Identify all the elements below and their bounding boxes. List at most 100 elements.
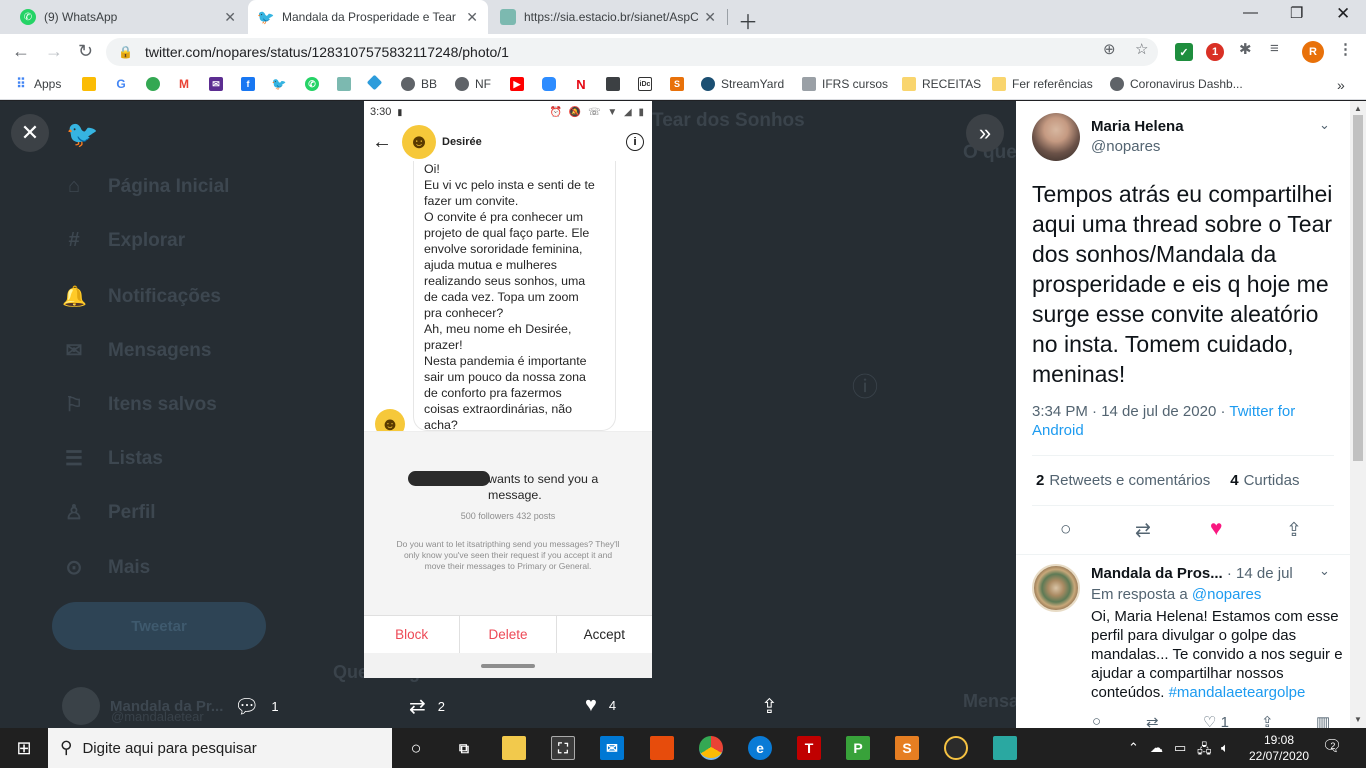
chevron-down-icon[interactable]: ⌄ (1319, 117, 1330, 133)
minimize-icon[interactable]: — (1243, 4, 1258, 21)
gmail-icon[interactable]: M (177, 77, 197, 91)
bookmark-bb[interactable]: BB (401, 77, 437, 91)
avatar[interactable] (1032, 113, 1080, 161)
tab-whatsapp[interactable]: ✆ (9) WhatsApp ✕ (10, 0, 246, 34)
diamond-icon[interactable] (366, 74, 386, 91)
tray-chevron-icon[interactable]: ⌃ (1128, 740, 1139, 756)
reading-list-icon[interactable]: ≡ (1270, 40, 1279, 57)
bookmark-apps[interactable]: ⠿ Apps (14, 76, 61, 91)
liked-heart-icon[interactable]: ♥ (1210, 517, 1222, 541)
drive-icon[interactable] (82, 77, 102, 91)
mail-app-icon[interactable]: ✉ (600, 736, 624, 760)
p-app-icon[interactable]: P (846, 736, 870, 760)
windows-start-icon[interactable]: ⊞ (0, 728, 48, 768)
scroll-up-icon[interactable]: ▲ (1354, 104, 1362, 113)
edge-icon[interactable]: e (748, 736, 772, 760)
scrollbar[interactable]: ▲ ▼ (1350, 101, 1366, 728)
add-search-icon[interactable]: ⊕ (1103, 40, 1116, 58)
mail-icon[interactable]: ✉ (209, 77, 229, 91)
taskbar-search[interactable]: ⚲ Digite aqui para pesquisar (48, 728, 392, 768)
viewer-like[interactable]: ♥ 4 (585, 694, 616, 717)
author-handle[interactable]: @nopares (1091, 138, 1160, 155)
reload-icon[interactable]: ↻ (78, 41, 93, 62)
twitter-bookmark-icon[interactable]: 🐦 (272, 77, 292, 91)
maximize-icon[interactable]: ❐ (1290, 4, 1303, 22)
file-explorer-icon[interactable] (502, 736, 526, 760)
reply-reply-icon[interactable]: ○ (1092, 713, 1101, 728)
facebook-icon[interactable]: f (241, 77, 261, 91)
new-tab-icon[interactable]: ＋ (738, 6, 758, 35)
bookmark-streamyard[interactable]: StreamYard (701, 77, 784, 91)
youtube-icon[interactable]: ▶ (510, 77, 530, 91)
collapse-panel-button[interactable]: » (966, 114, 1004, 152)
network-app-icon[interactable] (993, 736, 1017, 760)
menu-kebab-icon[interactable]: ⋮ (1338, 40, 1353, 58)
task-view-icon[interactable]: ⧉ (452, 736, 476, 760)
clock-app-icon[interactable] (944, 736, 968, 760)
extension-check-icon[interactable]: ✓ (1175, 43, 1193, 61)
bookmark-nf[interactable]: NF (455, 77, 491, 91)
t-app-icon[interactable]: T (797, 736, 821, 760)
office-icon[interactable] (650, 736, 674, 760)
author-name[interactable]: Maria Helena (1091, 118, 1184, 135)
chevron-down-icon[interactable]: ⌄ (1319, 563, 1330, 579)
more-bookmarks-icon[interactable]: » (1337, 77, 1345, 93)
profile-avatar[interactable]: R (1302, 41, 1324, 63)
news-icon[interactable] (606, 77, 626, 91)
whatsapp-bookmark-icon[interactable]: ✆ (305, 77, 325, 91)
s-icon[interactable]: S (670, 77, 690, 91)
mandala-avatar[interactable] (1032, 564, 1080, 612)
bookmark-ifrs[interactable]: IFRS cursos (802, 77, 888, 91)
google-icon[interactable]: G (114, 77, 134, 91)
cortana-icon[interactable]: ○ (404, 736, 428, 760)
close-tab-icon[interactable]: ✕ (224, 9, 236, 26)
bookmark-fer[interactable]: Fer referências (992, 77, 1093, 91)
close-window-icon[interactable]: ✕ (1336, 4, 1350, 24)
tweet-time[interactable]: 3:34 PM · 14 de jul de 2020 · (1032, 403, 1229, 420)
s-app-icon[interactable]: S (895, 736, 919, 760)
tab-twitter[interactable]: 🐦 Mandala da Prosperidade e Tear ✕ (248, 0, 488, 34)
retweet-icon[interactable]: ⇄ (1135, 519, 1151, 542)
reply-analytics-icon[interactable]: ▥ (1316, 713, 1330, 728)
zoom-icon[interactable] (542, 77, 562, 91)
reply-retweet-icon[interactable]: ⇄ (1146, 713, 1159, 728)
likes-stat[interactable]: 4 Curtidas (1230, 472, 1299, 489)
share-icon[interactable]: ⇪ (1286, 519, 1302, 542)
store-icon[interactable]: ⛶ (551, 736, 575, 760)
reply-like[interactable]: ♡ 1 (1203, 713, 1229, 728)
netflix-icon[interactable]: N (574, 77, 594, 92)
close-tab-icon[interactable]: ✕ (466, 9, 478, 26)
taskbar-clock[interactable]: 19:08 22/07/2020 (1249, 732, 1309, 764)
reply-share-icon[interactable]: ⇪ (1261, 713, 1274, 728)
notification-center-icon[interactable]: 🗨︎2 (1322, 736, 1347, 756)
scroll-down-icon[interactable]: ▼ (1354, 715, 1362, 724)
close-tab-icon[interactable]: ✕ (704, 9, 716, 26)
cube-icon[interactable] (337, 77, 357, 91)
bookmark-coronavirus[interactable]: Coronavirus Dashb... (1110, 77, 1243, 91)
viewer-retweet[interactable]: ⇄ 2 (409, 694, 445, 719)
viewer-reply[interactable]: 💬︎ 1 (234, 694, 279, 719)
address-bar[interactable]: 🔒 twitter.com/nopares/status/12831075758… (106, 38, 1158, 66)
retweets-stat[interactable]: 2 Retweets e comentários (1036, 472, 1210, 489)
lock-icon[interactable]: 🔒 (118, 45, 133, 59)
tab-sia[interactable]: https://sia.estacio.br/sianet/AspC ✕ (490, 0, 726, 34)
viewer-share[interactable]: ⇪ (761, 694, 790, 719)
close-viewer-button[interactable]: ✕ (11, 114, 49, 152)
battery-icon[interactable]: ▭ (1174, 740, 1186, 756)
hashtag-link[interactable]: #mandalaeteargolpe (1169, 684, 1306, 701)
back-icon[interactable]: ← (12, 41, 30, 62)
reply-author[interactable]: Mandala da Pros... · 14 de jul (1091, 565, 1293, 582)
onedrive-icon[interactable]: ☁ (1150, 740, 1163, 756)
bookmark-star-icon[interactable]: ☆ (1135, 40, 1148, 58)
maps-icon[interactable] (146, 77, 166, 91)
extensions-puzzle-icon[interactable]: ✱ (1239, 40, 1252, 58)
bookmark-receitas[interactable]: RECEITAS (902, 77, 981, 91)
idc-icon[interactable]: iDc (638, 77, 658, 91)
scrollbar-thumb[interactable] (1353, 115, 1363, 461)
extension-red-icon[interactable]: 1 (1206, 43, 1224, 61)
volume-icon[interactable]: 🔈︎ (1221, 740, 1229, 756)
chrome-icon[interactable] (699, 736, 723, 760)
reply-icon[interactable]: ○ (1060, 519, 1071, 541)
mention-link[interactable]: @nopares (1192, 586, 1261, 603)
forward-icon[interactable]: → (45, 41, 63, 62)
